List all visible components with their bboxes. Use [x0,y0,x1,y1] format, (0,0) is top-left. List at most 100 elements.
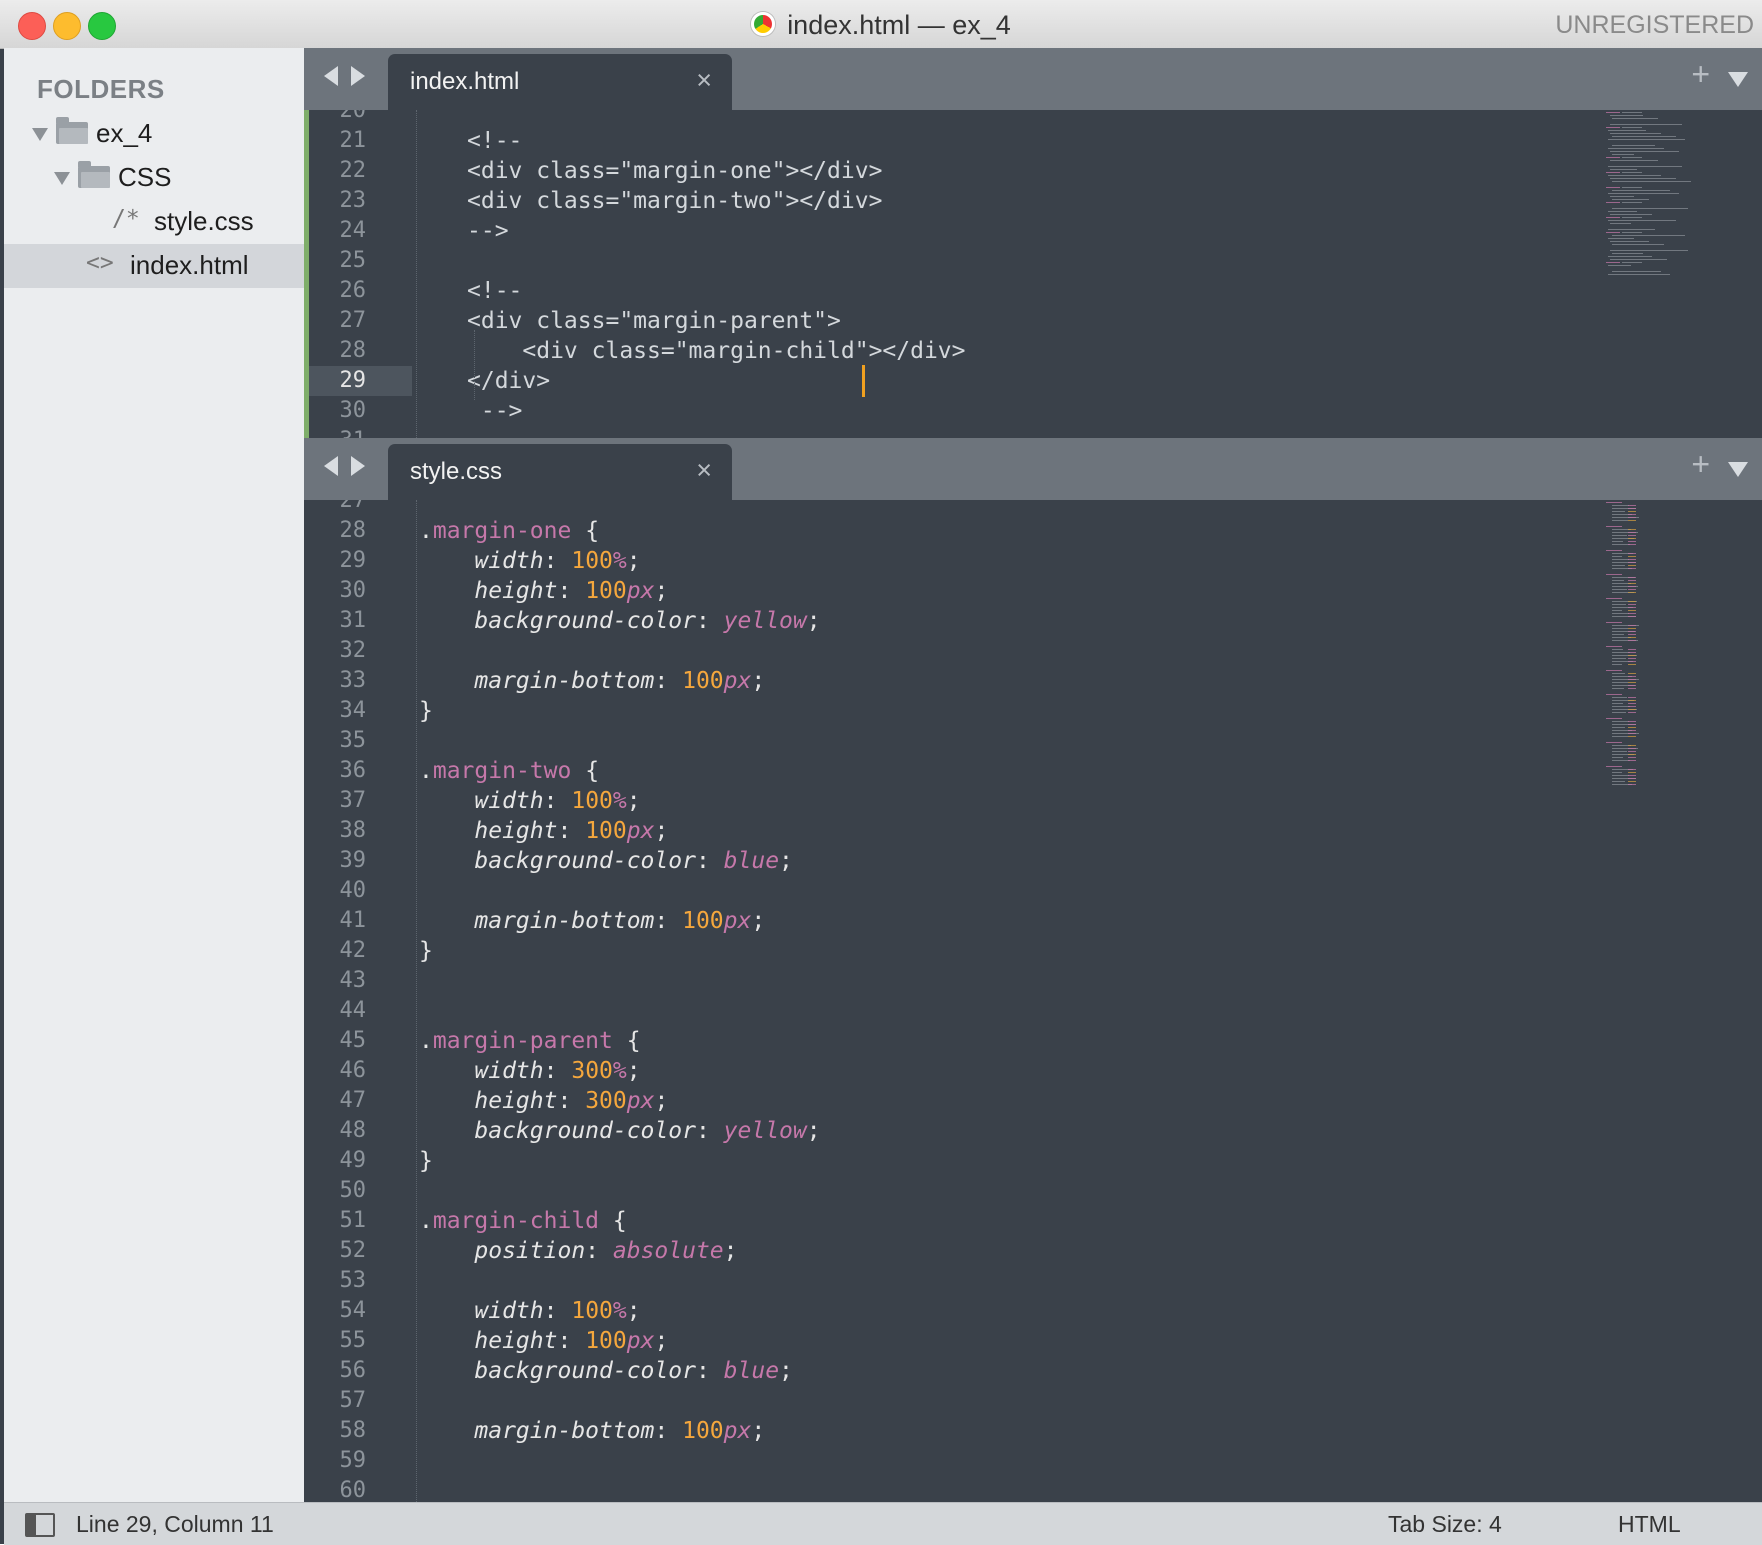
minimap-line [1612,736,1628,737]
minimap-line [1606,172,1620,173]
minimap-line [1628,784,1636,785]
minimap-line [1622,232,1642,233]
minimap-line [1610,169,1637,170]
css-selector: .margin-two [419,758,571,784]
minimap-line [1612,145,1655,146]
tab-close-icon[interactable]: × [696,65,712,96]
tab-prev-arrow-icon[interactable] [324,66,338,86]
minimap-line [1628,586,1636,587]
minimap-line [1608,193,1679,194]
sidebar-item-css[interactable]: CSS [4,156,304,200]
new-tab-plus-icon[interactable]: + [1691,56,1710,93]
minimap-line [1606,574,1622,575]
css-token-p: : [543,788,572,814]
tab-prev-arrow-icon[interactable] [324,456,338,476]
css-token-prop: background-color [474,608,696,634]
minimap-line [1612,751,1627,752]
minimap-line [1628,757,1636,758]
tab-next-arrow-icon[interactable] [351,456,365,476]
css-token-prop: height [474,818,558,844]
disclosure-triangle-icon[interactable] [32,128,48,141]
toggle-sidebar-icon[interactable] [25,1513,55,1537]
code-line: <div class="margin-two"></div> [467,188,883,214]
minimap-line [1628,712,1636,713]
sidebar-item-style-css[interactable]: /* style.css [4,200,304,244]
tab-size-selector[interactable]: Tab Size: 4 [1388,1511,1502,1538]
minimap-line [1628,727,1636,728]
minimap-line [1612,613,1629,614]
minimap-line [1622,262,1642,263]
tab-dropdown-icon[interactable] [1728,462,1748,477]
css-token-p: : [557,1088,586,1114]
minimap-line [1628,706,1636,707]
minimap-line [1610,250,1688,251]
minimap-line [1606,202,1620,203]
css-selector: .margin-child [419,1208,599,1234]
code-line: <div class="margin-child"></div> [467,338,966,364]
tab-close-icon[interactable]: × [696,455,712,486]
tab-style-css[interactable]: style.css × [388,444,732,500]
css-token-br: { [571,518,600,544]
code-editor[interactable]: 27 28 29 30 31 32 33 34 35 36 37 38 39 40 41 42 43 44 45 46… [304,500,1762,1502]
minimap-line [1610,214,1652,215]
indent-guide [416,110,417,438]
tab-dropdown-icon[interactable] [1728,72,1748,87]
css-token-prop: height [474,578,558,604]
minimap-line [1612,772,1622,773]
sidebar-item-ex-4[interactable]: ex_4 [4,112,304,156]
line-number: 40 [339,878,367,903]
line-number: 28 [339,338,367,363]
minimap-line [1612,559,1629,560]
minimap-line [1612,244,1664,245]
line-number: 24 [339,218,367,243]
css-selector-dot: . [419,1028,433,1054]
css-token-num: 300 [571,1058,613,1084]
css-selector: .margin-one [419,518,571,544]
css-token-ind [419,1238,474,1264]
minimap-line [1612,580,1624,581]
minimap-line [1606,550,1622,551]
disclosure-triangle-icon[interactable] [54,172,70,185]
code-line: background-color: blue; [419,846,793,876]
tab-index-html[interactable]: index.html × [388,54,732,110]
css-token-ind [419,1418,474,1444]
sidebar-item-index-html[interactable]: <> index.html [4,244,304,288]
minimap-line [1608,139,1685,140]
indent-guide [474,330,475,400]
minimap-line [1628,700,1636,701]
css-token-unit: px [626,1328,655,1354]
css-token-br: } [419,698,433,724]
line-number: 23 [339,188,367,213]
tab-next-arrow-icon[interactable] [351,66,365,86]
css-token-num: 100 [585,1328,627,1354]
minimap-line [1606,598,1622,599]
minimap-line [1612,136,1676,137]
minimap-line [1612,682,1628,683]
minimap-line [1612,727,1625,728]
css-token-p: ; [723,1238,738,1264]
minimap-line [1628,511,1636,512]
minimap-line [1628,673,1636,674]
minimap-line [1612,154,1634,155]
line-number: 22 [339,158,367,183]
minimap-line [1628,583,1636,584]
line-number: 26 [339,278,367,303]
minimap-line [1610,115,1643,116]
code-editor[interactable]: 20 21 22 23 24 25 26 27 28 29 30 31 <!-- <div class=… [304,110,1762,438]
css-token-unit: px [626,818,655,844]
minimap-line [1628,532,1636,533]
minimap-line [1610,223,1631,224]
css-selector-name: margin-one [432,518,572,544]
css-token-num: 100 [585,818,627,844]
css-token-num: 100 [571,788,613,814]
tab-bar: style.css × + [304,438,1762,500]
syntax-selector[interactable]: HTML [1618,1511,1681,1538]
css-token-ind [419,788,474,814]
code-line: height: 100px; [419,1326,668,1356]
new-tab-plus-icon[interactable]: + [1691,446,1710,483]
minimap-line [1628,637,1636,638]
line-number: 32 [339,638,367,663]
minimap-line [1606,646,1622,647]
code-line: <!-- [467,278,523,304]
sidebar-item-label: style.css [154,206,254,236]
